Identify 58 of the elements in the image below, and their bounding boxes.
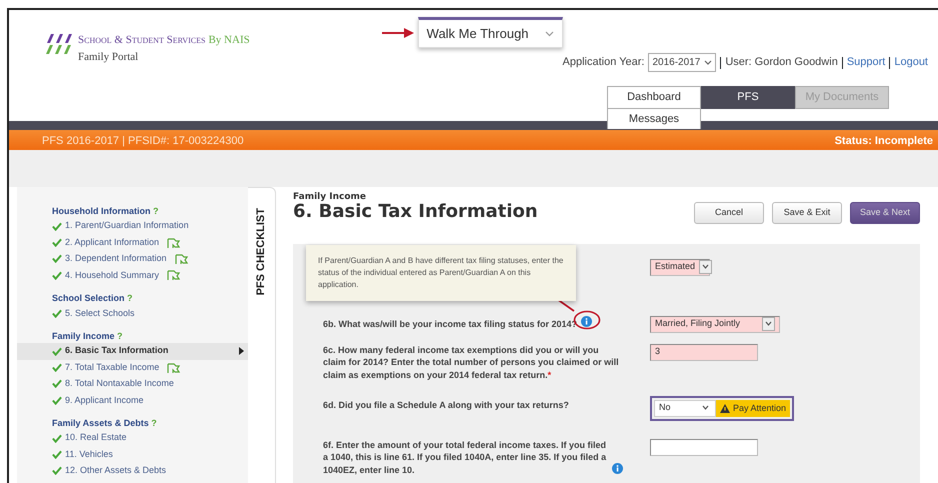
input-field[interactable] <box>650 438 758 456</box>
checklist-item[interactable]: 8. Total Nontaxable Income <box>17 376 248 393</box>
checklist-item[interactable]: 7. Total Taxable Income <box>17 360 248 376</box>
brand-suffix: By NAIS <box>208 34 250 46</box>
warning-icon <box>720 404 730 413</box>
checklist-item[interactable]: 2. Applicant Information <box>17 234 248 252</box>
select-field[interactable]: Estimated <box>650 258 710 276</box>
question-label: 6f. Enter the amount of your total federal income taxes. If you filed a 1040, this is line 61. If you filed 1040A, enter line 35. If you filed a 1040EZ, enter line 10. <box>323 438 608 476</box>
account-link[interactable]: Support <box>846 54 886 71</box>
checklist-item[interactable]: 10. Real Estate <box>17 430 248 447</box>
checklist-item[interactable]: 1. Parent/Guardian Information <box>17 218 248 235</box>
page-title: 6. Basic Tax Information <box>293 202 538 222</box>
question-label: 6d. Did you file a Schedule A along with your tax returns? <box>323 398 569 412</box>
input-field[interactable]: 3 <box>650 344 758 360</box>
chevron-icon <box>704 60 712 65</box>
account-link[interactable]: Logout <box>894 54 928 71</box>
checklist-item[interactable]: 4. Household Summary <box>17 268 248 284</box>
chevron-icon <box>702 264 710 270</box>
section-heading: Family Income <box>52 330 115 341</box>
nav-tab[interactable]: Dashboard <box>607 86 701 108</box>
status-label: Status: Incomplete <box>834 134 934 149</box>
pointer-icon <box>239 347 244 356</box>
checklist-item[interactable]: 6. Basic Tax Information <box>17 343 248 360</box>
info-icon[interactable] <box>612 463 623 474</box>
chevron-icon <box>544 30 554 37</box>
logo-icon <box>44 32 74 56</box>
year-select[interactable]: 2016-2017 <box>648 53 716 72</box>
application-id: PFS 2016-2017 | PFSID#: 17-003224300 <box>42 134 244 149</box>
warning-badge: Pay Attention <box>716 400 790 417</box>
checklist-item[interactable]: 12. Other Assets & Debts <box>17 463 248 480</box>
question-label: 6b. What was/will be your income tax filing status for 2014? <box>323 318 578 330</box>
section-heading: School Selection <box>52 293 125 304</box>
walkthrough-dropdown[interactable]: Walk Me Through <box>418 17 563 48</box>
checklist-item[interactable]: 11. Vehicles <box>17 446 248 464</box>
question-label: 6c. How many federal income tax exemptions did you or will you claim for 2014? Enter the total number of persons you claimed or will claim as exemptions on your 2014 federal tax return.* <box>323 344 620 382</box>
user-name: User: Gordon Goodwin <box>725 55 838 70</box>
action-button[interactable]: Save & Exit <box>772 202 842 224</box>
nav-tab[interactable]: Messages <box>607 108 701 129</box>
portal-subtitle: Family Portal <box>78 50 140 64</box>
nav-tab[interactable]: PFS <box>701 86 795 108</box>
info-icon[interactable] <box>581 316 592 326</box>
chevron-icon <box>702 405 709 410</box>
checklist-item[interactable]: 3. Dependent Information <box>17 251 248 268</box>
year-label: Application Year: <box>562 55 644 70</box>
select-field[interactable]: No <box>654 400 716 416</box>
action-button[interactable]: Cancel <box>694 202 764 224</box>
chevron-icon <box>765 321 772 326</box>
action-button[interactable]: Save & Next <box>850 202 920 224</box>
section-heading: Household Information <box>52 206 150 216</box>
section-label: Family Income <box>293 193 367 202</box>
select-field[interactable]: Married, Filing Jointly <box>650 316 780 332</box>
section-heading: Family Assets & Debts <box>52 418 149 428</box>
arrow-icon <box>382 28 414 38</box>
info-tooltip: If Parent/Guardian A and B have different tax filing statuses, enter the status of the individual entered as Parent/Guardian A on this application. <box>306 245 576 301</box>
checklist-tab[interactable]: PFS CHECKLIST <box>248 187 276 483</box>
brand-name: School & Student Services <box>78 34 206 46</box>
checklist-item[interactable]: 5. Select Schools <box>17 306 248 322</box>
checklist-item[interactable]: 9. Applicant Income <box>17 392 248 410</box>
